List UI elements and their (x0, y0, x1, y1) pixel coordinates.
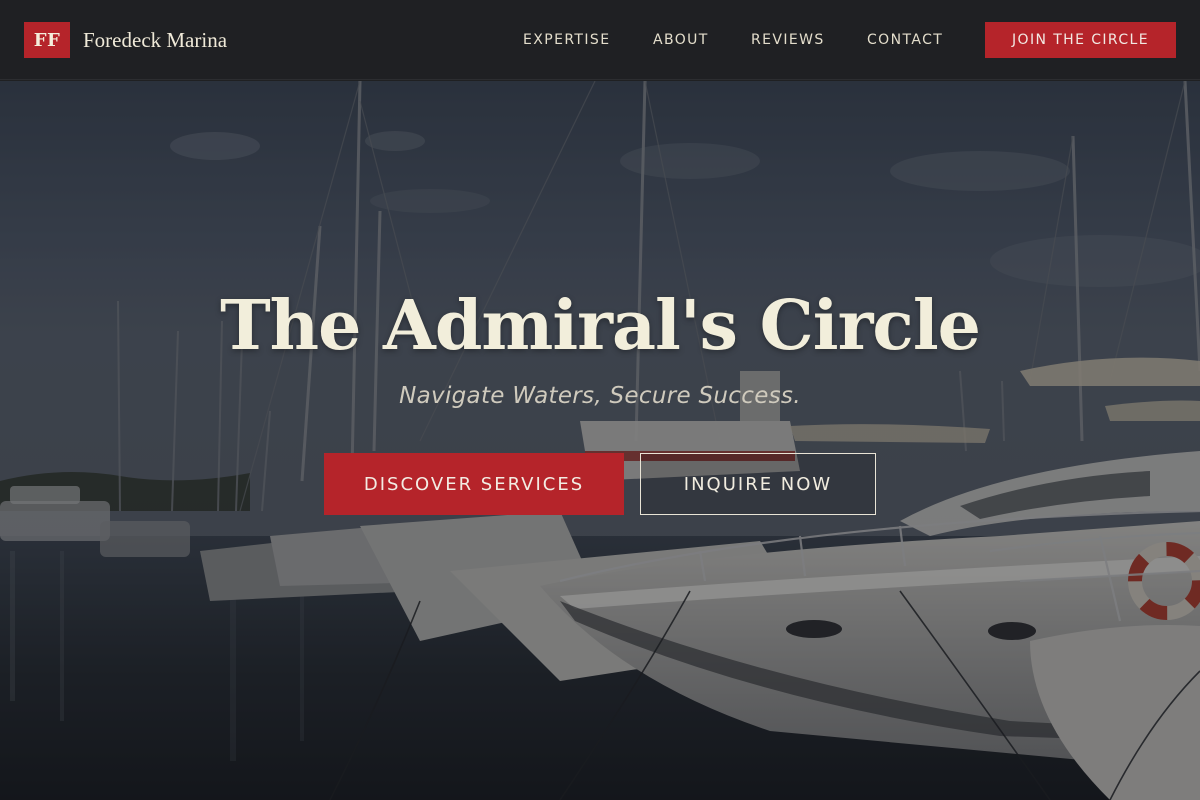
hero-subtitle: Navigate Waters, Secure Success. (399, 383, 801, 409)
top-navbar: FF Foredeck Marina EXPERTISE ABOUT REVIE… (0, 0, 1200, 80)
brand-name: Foredeck Marina (83, 27, 228, 52)
discover-services-button[interactable]: DISCOVER SERVICES (324, 453, 624, 515)
hero-section: The Admiral's Circle Navigate Waters, Se… (0, 81, 1200, 800)
hero-dark-overlay (0, 81, 1200, 800)
nav-link-expertise[interactable]: EXPERTISE (523, 30, 610, 50)
brand-monogram: FF (24, 22, 70, 58)
nav-link-contact[interactable]: CONTACT (867, 30, 943, 50)
hero-title: The Admiral's Circle (220, 286, 981, 366)
brand-logo-link[interactable]: FF Foredeck Marina (24, 22, 227, 58)
nav-link-reviews[interactable]: REVIEWS (751, 30, 825, 50)
inquire-now-button[interactable]: INQUIRE NOW (640, 453, 876, 515)
nav-link-about[interactable]: ABOUT (653, 30, 709, 50)
join-the-circle-button[interactable]: JOIN THE CIRCLE (985, 22, 1176, 58)
